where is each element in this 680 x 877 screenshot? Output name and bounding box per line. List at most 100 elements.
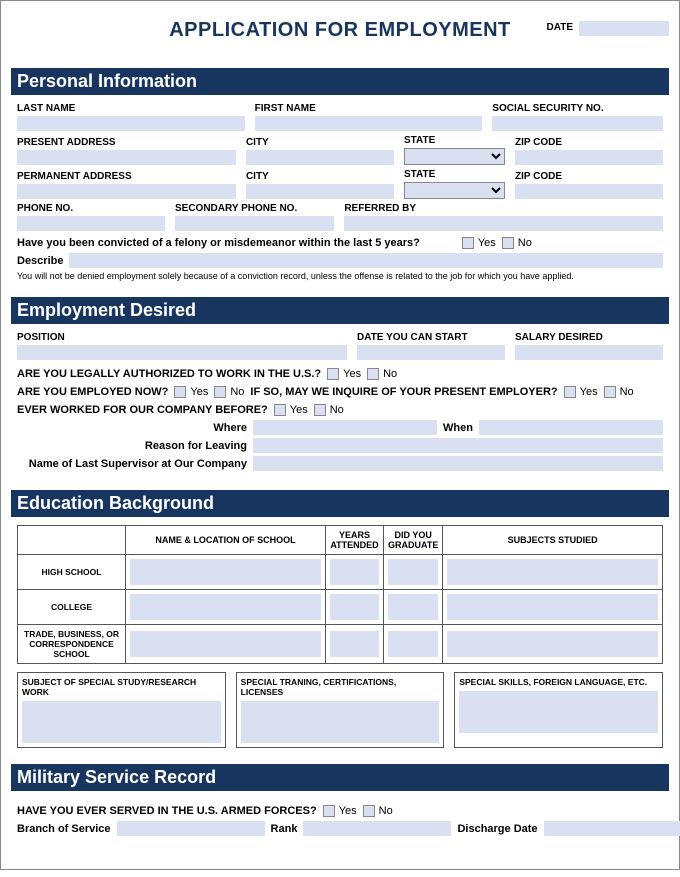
date-input[interactable] <box>579 21 669 36</box>
reason-label: Reason for Leaving <box>17 440 247 452</box>
edu-trade-label: TRADE, BUSINESS, OR CORRESPONDENCE SCHOO… <box>18 625 126 664</box>
describe-input[interactable] <box>69 253 663 268</box>
position-input[interactable] <box>17 345 347 360</box>
edu-college-label: COLLEGE <box>18 590 126 625</box>
edu-college-name-input[interactable] <box>130 594 321 620</box>
referred-by-label: REFERRED BY <box>344 203 663 214</box>
where-label: Where <box>17 422 247 434</box>
branch-input[interactable] <box>117 821 265 836</box>
date-label: DATE <box>547 22 573 33</box>
reason-input[interactable] <box>253 438 663 453</box>
special-study-box: SUBJECT OF SPECIAL STUDY/RESEARCH WORK <box>17 672 226 748</box>
served-question: HAVE YOU EVER SERVED IN THE U.S. ARMED F… <box>17 805 317 817</box>
present-address-input[interactable] <box>17 150 236 165</box>
special-study-input[interactable] <box>22 701 221 743</box>
present-state-select[interactable] <box>404 148 505 165</box>
employed-no-label: No <box>230 386 244 398</box>
worked-before-no-checkbox[interactable] <box>314 404 326 416</box>
felony-question: Have you been convicted of a felony or m… <box>17 237 420 249</box>
served-yes-checkbox[interactable] <box>323 805 335 817</box>
present-state-label: STATE <box>404 135 505 146</box>
edu-hs-name-input[interactable] <box>130 559 321 585</box>
felony-yes-label: Yes <box>478 237 496 249</box>
last-name-input[interactable] <box>17 116 245 131</box>
education-table: NAME & LOCATION OF SCHOOL YEARS ATTENDED… <box>17 525 663 664</box>
section-header-education: Education Background <box>11 490 669 517</box>
edu-college-years-input[interactable] <box>330 594 379 620</box>
authorized-yes-checkbox[interactable] <box>327 368 339 380</box>
first-name-label: FIRST NAME <box>255 103 483 114</box>
special-skills-box: SPECIAL SKILLS, FOREIGN LANGUAGE, ETC. <box>454 672 663 748</box>
edu-hs-label: HIGH SCHOOL <box>18 555 126 590</box>
start-date-input[interactable] <box>357 345 505 360</box>
present-zip-input[interactable] <box>515 150 663 165</box>
salary-input[interactable] <box>515 345 663 360</box>
edu-row-trade: TRADE, BUSINESS, OR CORRESPONDENCE SCHOO… <box>18 625 663 664</box>
worked-before-question: EVER WORKED FOR OUR COMPANY BEFORE? <box>17 404 268 416</box>
edu-trade-grad-input[interactable] <box>388 631 438 657</box>
felony-no-checkbox[interactable] <box>502 237 514 249</box>
edu-col-name: NAME & LOCATION OF SCHOOL <box>126 526 326 555</box>
special-training-box: SPECIAL TRANING, CERTIFICATIONS, LICENSE… <box>236 672 445 748</box>
inquire-no-label: No <box>620 386 634 398</box>
edu-row-college: COLLEGE <box>18 590 663 625</box>
inquire-no-checkbox[interactable] <box>604 386 616 398</box>
discharge-input[interactable] <box>544 821 680 836</box>
edu-col-grad: DID YOU GRADUATE <box>384 526 443 555</box>
section-header-personal: Personal Information <box>11 68 669 95</box>
felony-yes-checkbox[interactable] <box>462 237 474 249</box>
present-city-input[interactable] <box>246 150 394 165</box>
employed-yes-checkbox[interactable] <box>174 386 186 398</box>
worked-before-yes-checkbox[interactable] <box>274 404 286 416</box>
present-address-label: PRESENT ADDRESS <box>17 137 236 148</box>
permanent-city-input[interactable] <box>246 184 394 199</box>
edu-trade-years-input[interactable] <box>330 631 379 657</box>
employed-no-checkbox[interactable] <box>214 386 226 398</box>
edu-hs-subjects-input[interactable] <box>447 559 658 585</box>
permanent-address-input[interactable] <box>17 184 236 199</box>
position-label: POSITION <box>17 332 347 343</box>
special-training-label: SPECIAL TRANING, CERTIFICATIONS, LICENSE… <box>241 677 440 697</box>
rank-input[interactable] <box>303 821 451 836</box>
rank-label: Rank <box>271 823 298 835</box>
referred-by-input[interactable] <box>344 216 663 231</box>
when-label: When <box>443 422 473 434</box>
served-no-checkbox[interactable] <box>363 805 375 817</box>
served-no-label: No <box>379 805 393 817</box>
section-employment: POSITION DATE YOU CAN START SALARY DESIR… <box>11 324 669 484</box>
phone-label: PHONE NO. <box>17 203 165 214</box>
supervisor-input[interactable] <box>253 456 663 471</box>
branch-label: Branch of Service <box>17 823 111 835</box>
ssn-input[interactable] <box>492 116 663 131</box>
edu-trade-name-input[interactable] <box>130 631 321 657</box>
special-skills-input[interactable] <box>459 691 658 733</box>
edu-college-grad-input[interactable] <box>388 594 438 620</box>
inquire-question: IF SO, MAY WE INQUIRE OF YOUR PRESENT EM… <box>250 386 557 398</box>
permanent-state-select[interactable] <box>404 182 505 199</box>
sec-phone-input[interactable] <box>175 216 334 231</box>
salary-label: SALARY DESIRED <box>515 332 663 343</box>
present-city-label: CITY <box>246 137 394 148</box>
worked-before-yes-label: Yes <box>290 404 308 416</box>
special-study-label: SUBJECT OF SPECIAL STUDY/RESEARCH WORK <box>22 677 221 697</box>
permanent-zip-input[interactable] <box>515 184 663 199</box>
employed-yes-label: Yes <box>190 386 208 398</box>
permanent-state-label: STATE <box>404 169 505 180</box>
worked-before-no-label: No <box>330 404 344 416</box>
authorized-no-checkbox[interactable] <box>367 368 379 380</box>
edu-college-subjects-input[interactable] <box>447 594 658 620</box>
edu-hs-years-input[interactable] <box>330 559 379 585</box>
when-input[interactable] <box>479 420 663 435</box>
section-header-employment: Employment Desired <box>11 297 669 324</box>
inquire-yes-checkbox[interactable] <box>564 386 576 398</box>
permanent-city-label: CITY <box>246 171 394 182</box>
special-training-input[interactable] <box>241 701 440 743</box>
authorized-no-label: No <box>383 368 397 380</box>
form-title: APPLICATION FOR EMPLOYMENT <box>169 19 511 42</box>
edu-hs-grad-input[interactable] <box>388 559 438 585</box>
phone-input[interactable] <box>17 216 165 231</box>
edu-trade-subjects-input[interactable] <box>447 631 658 657</box>
first-name-input[interactable] <box>255 116 483 131</box>
where-input[interactable] <box>253 420 437 435</box>
last-name-label: LAST NAME <box>17 103 245 114</box>
